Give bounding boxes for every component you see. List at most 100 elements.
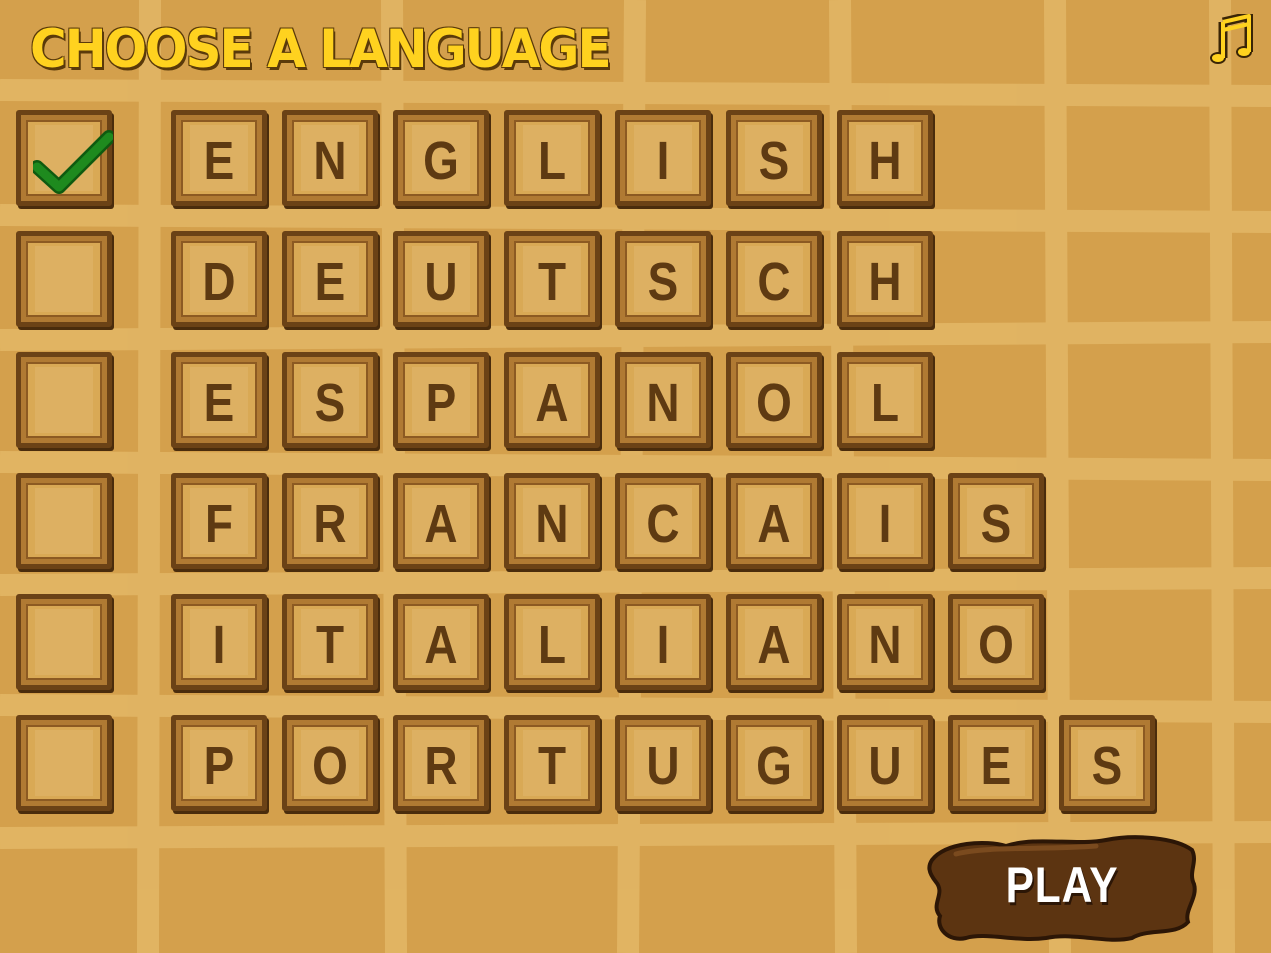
letter-tile[interactable]: I bbox=[615, 594, 711, 690]
letter-tile[interactable]: O bbox=[282, 715, 378, 811]
letter-tile[interactable]: S bbox=[615, 231, 711, 327]
letter-tile[interactable]: I bbox=[171, 594, 267, 690]
letter-tile[interactable]: H bbox=[837, 231, 933, 327]
letter-label: D bbox=[202, 252, 236, 312]
letter-tile[interactable]: N bbox=[282, 110, 378, 206]
letter-tile[interactable]: A bbox=[393, 473, 489, 569]
letter-label: R bbox=[313, 494, 347, 554]
letter-tile[interactable]: N bbox=[504, 473, 600, 569]
language-checkbox-francais[interactable] bbox=[16, 473, 112, 569]
letter-label: G bbox=[756, 736, 792, 796]
letter-label: C bbox=[757, 252, 791, 312]
letter-tile[interactable]: A bbox=[504, 352, 600, 448]
letter-label: N bbox=[868, 615, 902, 675]
letter-tile[interactable]: A bbox=[726, 594, 822, 690]
letter-label: I bbox=[656, 131, 670, 191]
play-button[interactable]: PLAY bbox=[926, 832, 1198, 944]
language-checkbox-portugues[interactable] bbox=[16, 715, 112, 811]
letter-label: O bbox=[978, 615, 1014, 675]
letter-label: E bbox=[203, 131, 235, 191]
letter-label: T bbox=[537, 736, 567, 796]
letter-tile[interactable]: P bbox=[393, 352, 489, 448]
letter-tile[interactable]: T bbox=[282, 594, 378, 690]
letter-tile[interactable]: T bbox=[504, 715, 600, 811]
letter-tile[interactable]: C bbox=[726, 231, 822, 327]
letter-label: P bbox=[203, 736, 235, 796]
letter-tile[interactable]: S bbox=[948, 473, 1044, 569]
letter-label: A bbox=[424, 494, 458, 554]
letter-label: N bbox=[535, 494, 569, 554]
letter-tile[interactable]: L bbox=[504, 110, 600, 206]
letter-tile[interactable]: U bbox=[393, 231, 489, 327]
letter-label: E bbox=[203, 373, 235, 433]
letter-label: T bbox=[537, 252, 567, 312]
letter-label: N bbox=[313, 131, 347, 191]
letter-tile[interactable]: G bbox=[726, 715, 822, 811]
letter-label: F bbox=[204, 494, 234, 554]
letter-label: S bbox=[647, 252, 679, 312]
letter-label: L bbox=[870, 373, 900, 433]
letter-label: E bbox=[980, 736, 1012, 796]
letter-label: A bbox=[535, 373, 569, 433]
letter-label: S bbox=[980, 494, 1012, 554]
letter-tile[interactable]: I bbox=[615, 110, 711, 206]
letter-tile[interactable]: P bbox=[171, 715, 267, 811]
letter-tile[interactable]: L bbox=[837, 352, 933, 448]
letter-tile[interactable]: A bbox=[393, 594, 489, 690]
letter-tile[interactable]: U bbox=[837, 715, 933, 811]
page-title: CHOOSE A LANGUAGE bbox=[30, 18, 612, 80]
letter-label: N bbox=[646, 373, 680, 433]
letter-label: O bbox=[756, 373, 792, 433]
letter-label: S bbox=[314, 373, 346, 433]
letter-label: A bbox=[757, 494, 791, 554]
letter-tile[interactable]: N bbox=[837, 594, 933, 690]
letter-tile[interactable]: N bbox=[615, 352, 711, 448]
letter-tile[interactable]: E bbox=[171, 352, 267, 448]
letter-label: E bbox=[314, 252, 346, 312]
letter-label: L bbox=[537, 131, 567, 191]
letter-tile[interactable]: D bbox=[171, 231, 267, 327]
letter-label: L bbox=[537, 615, 567, 675]
letter-tile[interactable]: H bbox=[837, 110, 933, 206]
letter-label: U bbox=[646, 736, 680, 796]
letter-label: P bbox=[425, 373, 457, 433]
letter-label: S bbox=[1091, 736, 1123, 796]
language-checkbox-english[interactable] bbox=[16, 110, 113, 206]
letter-label: H bbox=[868, 252, 902, 312]
letter-label: A bbox=[424, 615, 458, 675]
letter-tile[interactable]: T bbox=[504, 231, 600, 327]
letter-label: A bbox=[757, 615, 791, 675]
letter-tile[interactable]: C bbox=[615, 473, 711, 569]
letter-tile[interactable]: S bbox=[1059, 715, 1155, 811]
letter-tile[interactable]: F bbox=[171, 473, 267, 569]
letter-tile[interactable]: O bbox=[726, 352, 822, 448]
letter-tile[interactable]: L bbox=[504, 594, 600, 690]
letter-tile[interactable]: S bbox=[726, 110, 822, 206]
checkmark-icon bbox=[21, 115, 117, 211]
letter-tile[interactable]: R bbox=[393, 715, 489, 811]
language-checkbox-espanol[interactable] bbox=[16, 352, 112, 448]
letter-tile[interactable]: U bbox=[615, 715, 711, 811]
letter-label: I bbox=[212, 615, 226, 675]
letter-label: S bbox=[758, 131, 790, 191]
letter-tile[interactable]: E bbox=[948, 715, 1044, 811]
letter-label: H bbox=[868, 131, 902, 191]
letter-tile[interactable]: O bbox=[948, 594, 1044, 690]
letter-tile[interactable]: A bbox=[726, 473, 822, 569]
letter-tile[interactable]: R bbox=[282, 473, 378, 569]
play-label: PLAY bbox=[1005, 857, 1119, 913]
language-checkbox-deutsch[interactable] bbox=[16, 231, 112, 327]
letter-label: C bbox=[646, 494, 680, 554]
letter-tile[interactable]: S bbox=[282, 352, 378, 448]
letter-label: G bbox=[423, 131, 459, 191]
letter-tile[interactable]: E bbox=[282, 231, 378, 327]
letter-tile[interactable]: I bbox=[837, 473, 933, 569]
letter-label: U bbox=[868, 736, 902, 796]
letter-label: T bbox=[315, 615, 345, 675]
music-note-icon bbox=[1210, 11, 1254, 64]
letter-label: I bbox=[656, 615, 670, 675]
music-toggle-button[interactable] bbox=[1209, 11, 1254, 66]
letter-tile[interactable]: G bbox=[393, 110, 489, 206]
letter-tile[interactable]: E bbox=[171, 110, 267, 206]
language-checkbox-italiano[interactable] bbox=[16, 594, 112, 690]
